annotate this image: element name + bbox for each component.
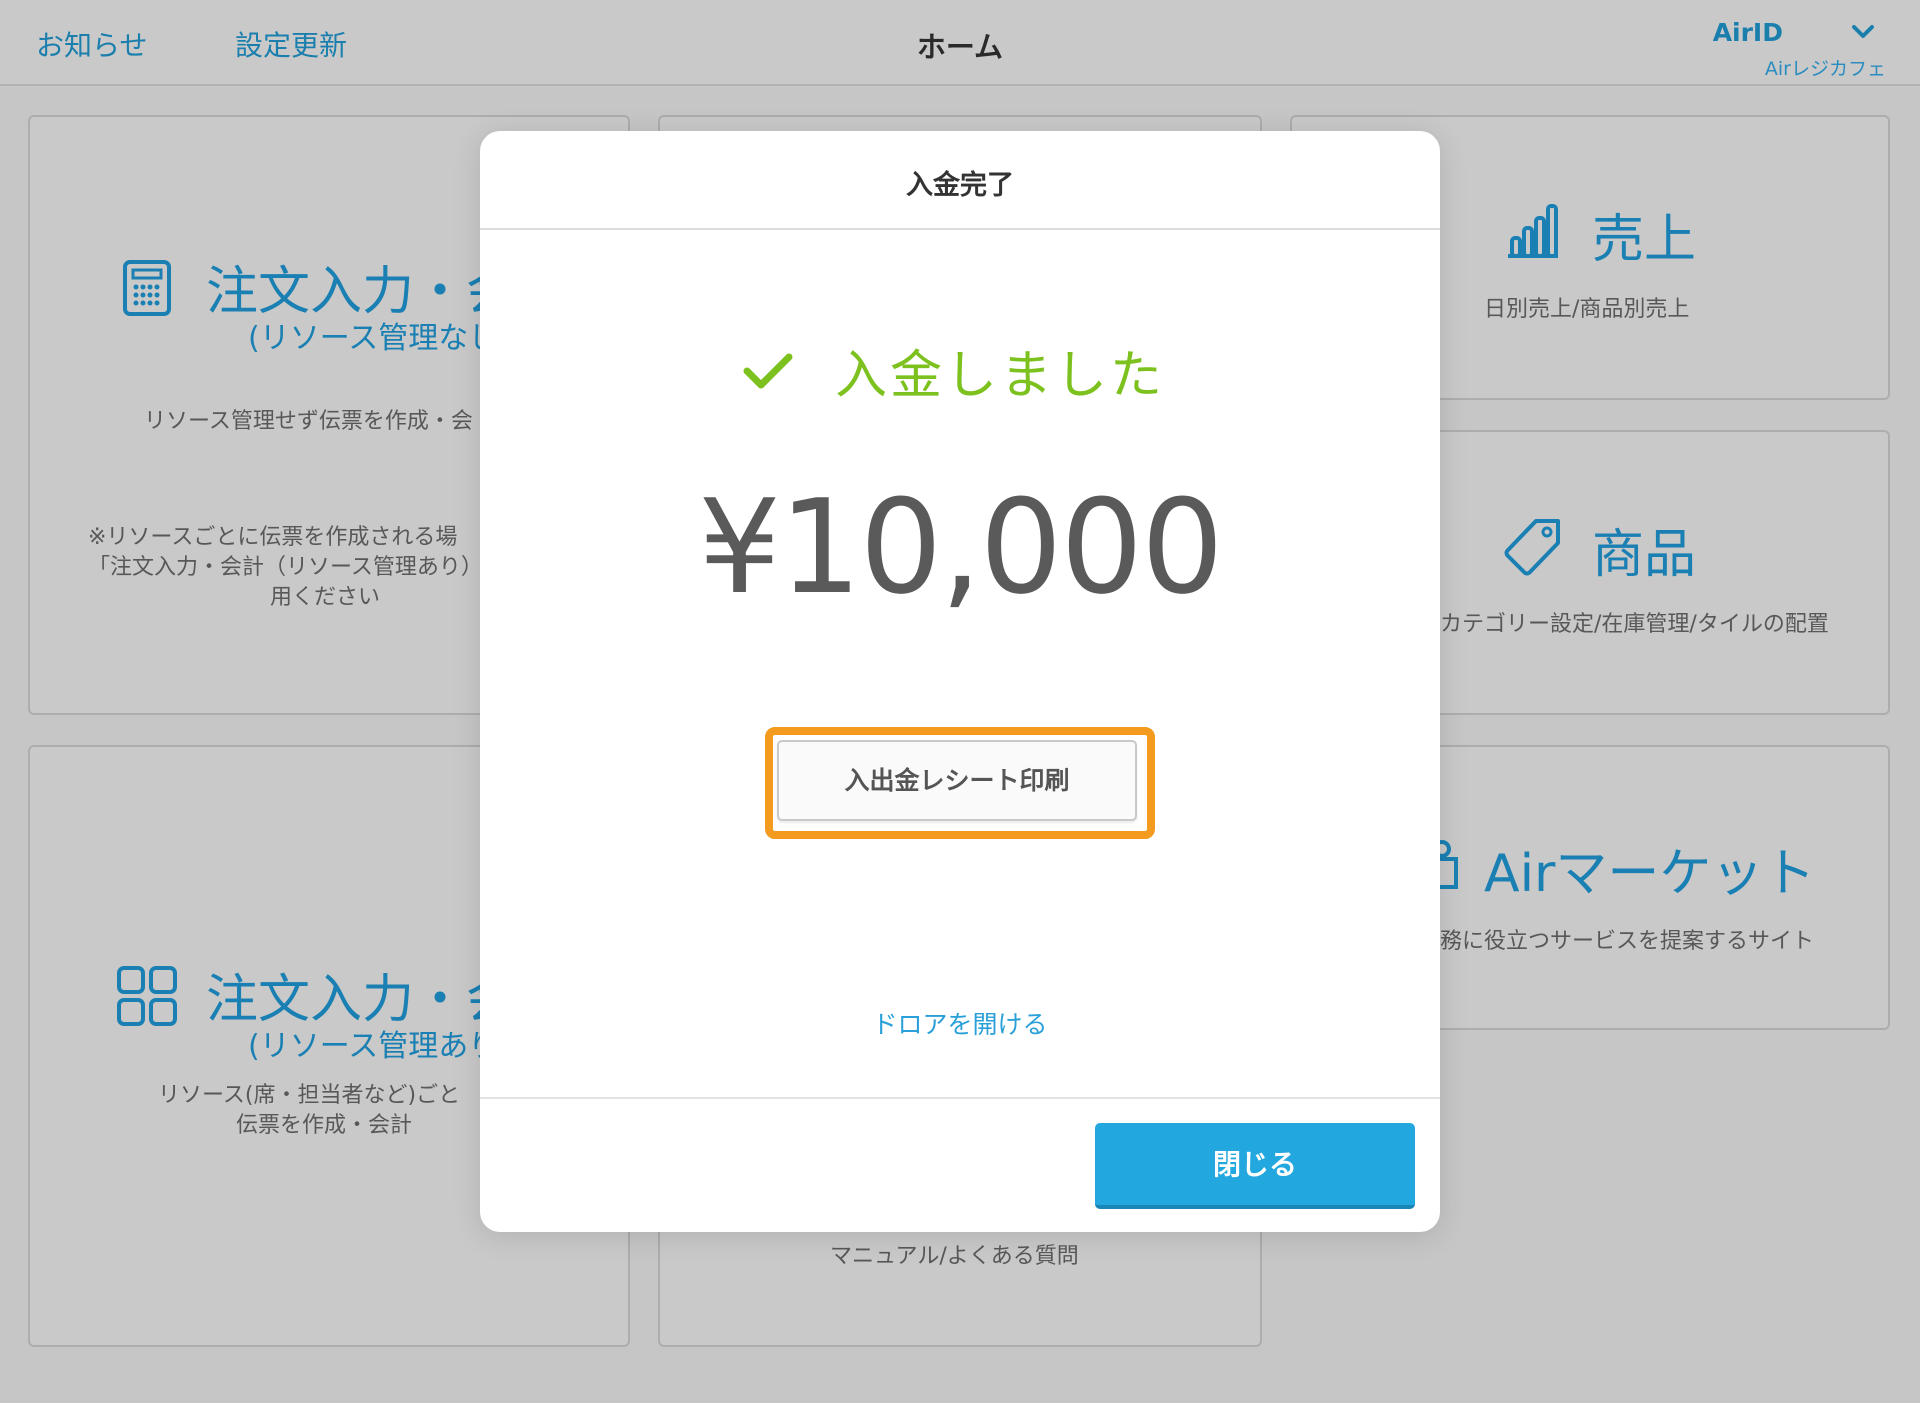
dialog-title: 入金完了 (906, 170, 1014, 201)
tile-description: 伝票を作成・会計 (236, 1113, 413, 1138)
tile-description: マニュアル/よくある質問 (830, 1244, 1079, 1269)
bar-chart-icon (1508, 204, 1558, 258)
close-button[interactable]: 閉じる (1095, 1123, 1415, 1209)
tag-icon (1504, 519, 1560, 576)
tile-description: 日別売上/商品別売上 (1484, 297, 1690, 322)
top-bar: お知らせ 設定更新 ホーム AirID Airレジカフェ (0, 0, 1920, 86)
open-drawer-link[interactable]: ドロアを開ける (480, 1005, 1440, 1041)
tile-note-line: ※リソースごとに伝票を作成される場 (88, 525, 458, 550)
chevron-down-icon[interactable] (1848, 20, 1878, 44)
tile-subtitle: (リソース管理なし (248, 321, 499, 356)
success-message: 入金しました (835, 346, 1166, 406)
deposit-amount: ¥10,000 (698, 471, 1224, 623)
tile-note-line: 「注文入力・会計（リソース管理あり） (88, 555, 483, 580)
page-title: ホーム (916, 30, 1004, 64)
tile-subtitle: (リソース管理あり (248, 1029, 499, 1064)
tile-title: 商品 (1592, 525, 1697, 585)
tile-title: 売上 (1592, 210, 1697, 270)
store-name: Airレジカフェ (1764, 58, 1886, 80)
tile-note-line: 用ください (270, 585, 381, 610)
success-message-row: 入金しました (480, 331, 1440, 406)
tile-description: リソース管理せず伝票を作成・会 (144, 409, 473, 434)
deposit-complete-dialog: 入金完了 入金しました ¥10,000 入出金レシート印刷 ドロアを開ける 閉じ… (480, 131, 1440, 1232)
calculator-icon (123, 260, 171, 316)
dialog-header: 入金完了 (480, 131, 1440, 230)
airid-menu[interactable]: AirID (1713, 18, 1783, 47)
checkmark-icon (743, 353, 793, 389)
tile-description: カテゴリー設定/在庫管理/タイルの配置 (1440, 612, 1829, 637)
print-receipt-button[interactable]: 入出金レシート印刷 (777, 740, 1137, 821)
grid-icon (117, 966, 177, 1026)
tile-description: リソース(席・担当者など)ごと (158, 1083, 461, 1108)
tile-description: 務に役立つサービスを提案するサイト (1440, 929, 1815, 954)
tile-title: Airマーケット (1484, 844, 1816, 904)
